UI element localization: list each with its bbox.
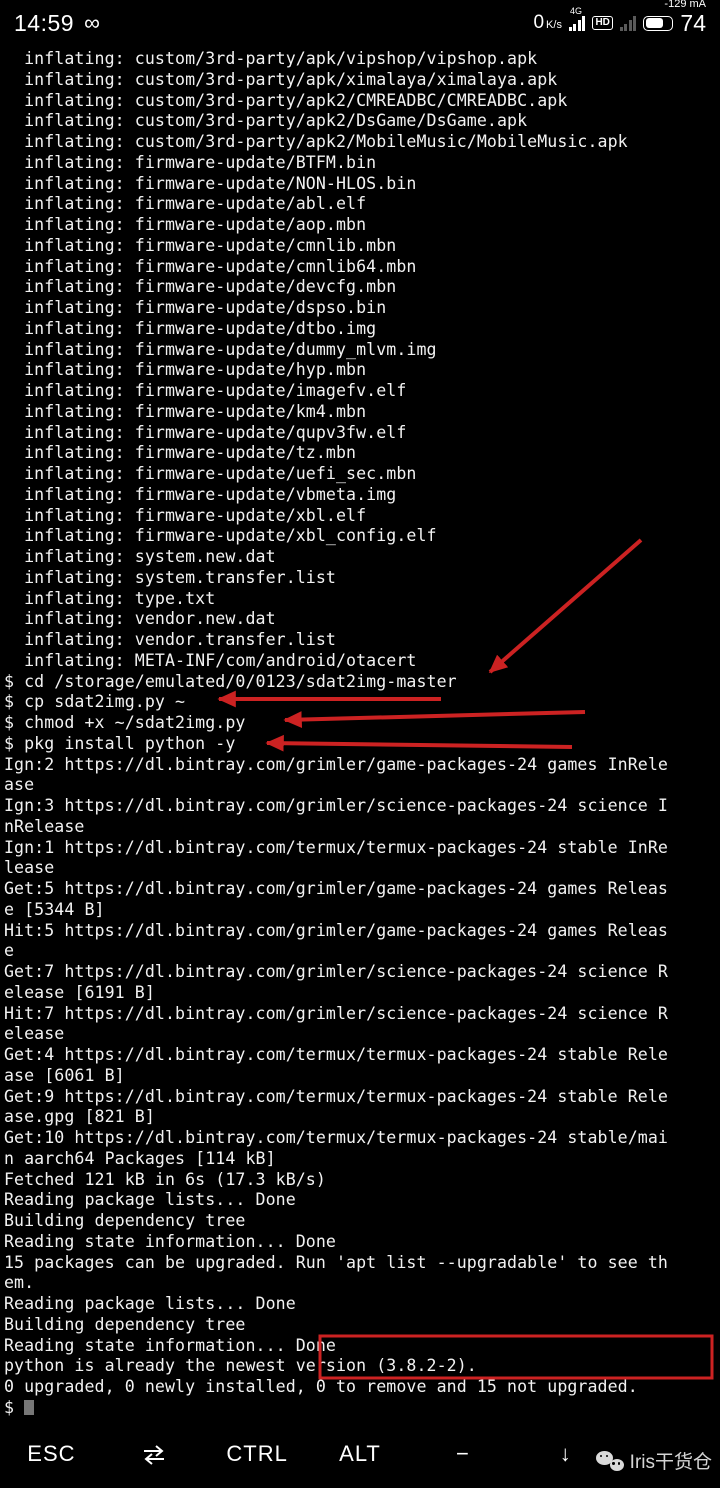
signal-bars-secondary-icon (619, 15, 637, 31)
terminal-line: Hit:7 https://dl.bintray.com/grimler/sci… (4, 1003, 668, 1023)
terminal-line: $ chmod +x ~/sdat2img.py (4, 713, 246, 732)
terminal-line: inflating: custom/3rd-party/apk/vipshop/… (4, 49, 538, 68)
terminal-line: inflating: custom/3rd-party/apk2/MobileM… (4, 132, 628, 151)
terminal-line: 15 packages can be upgraded. Run 'apt li… (4, 1252, 668, 1272)
esc-key[interactable]: ESC (0, 1441, 103, 1467)
terminal-line: ase (4, 775, 35, 795)
terminal-line: Ign:1 https://dl.bintray.com/termux/term… (4, 837, 668, 857)
terminal-line: Get:5 https://dl.bintray.com/grimler/gam… (4, 879, 668, 898)
terminal-line: elease (4, 1024, 65, 1044)
terminal-line: inflating: firmware-update/cmnlib64.mbn (4, 256, 417, 276)
terminal-line: Ign:3 https://dl.bintray.com/grimler/sci… (4, 796, 668, 815)
terminal-line: inflating: firmware-update/dspso.bin (4, 298, 387, 317)
terminal-line: inflating: firmware-update/dummy_mlvm.im… (4, 339, 437, 359)
terminal-line: Reading package lists... Done (4, 1190, 296, 1210)
terminal-line: Get:7 https://dl.bintray.com/grimler/sci… (4, 962, 668, 981)
terminal-line: Reading state information... Done (4, 1231, 336, 1251)
terminal-cursor (24, 1399, 35, 1415)
terminal-line: inflating: firmware-update/hyp.mbn (4, 360, 367, 380)
alt-key[interactable]: ALT (309, 1441, 412, 1467)
terminal-line: $ cp sdat2img.py ~ (4, 692, 186, 712)
terminal-line: Fetched 121 kB in 6s (17.3 kB/s) (4, 1169, 326, 1189)
wechat-watermark: Iris干货仓 (595, 1447, 712, 1474)
terminal-line: inflating: firmware-update/xbl.elf (4, 505, 367, 525)
terminal-line: Building dependency tree (4, 1211, 246, 1230)
terminal-line: $ pkg install python -y (4, 733, 236, 753)
terminal-line: inflating: firmware-update/dtbo.img (4, 318, 377, 338)
terminal-line: em. (4, 1273, 35, 1293)
terminal-line: elease [6191 B] (4, 982, 155, 1002)
terminal-line: inflating: firmware-update/km4.mbn (4, 401, 367, 421)
terminal-line: inflating: firmware-update/xbl_config.el… (4, 526, 437, 546)
terminal-line: inflating: custom/3rd-party/apk2/DsGame/… (4, 111, 528, 131)
ctrl-key[interactable]: CTRL (206, 1441, 309, 1467)
terminal-line: ase [6061 B] (4, 1065, 125, 1085)
network-speed-unit: K/s (546, 19, 562, 31)
terminal-line: inflating: custom/3rd-party/apk2/CMREADB… (4, 90, 568, 110)
terminal-line: Building dependency tree (4, 1314, 246, 1334)
tab-icon (144, 1444, 165, 1465)
terminal-line: inflating: firmware-update/devcfg.mbn (4, 277, 397, 297)
terminal-line: n aarch64 Packages [114 kB] (4, 1148, 276, 1168)
terminal-line: Ign:2 https://dl.bintray.com/grimler/gam… (4, 754, 668, 774)
terminal-line: $ cd /storage/emulated/0/0123/sdat2img-m… (4, 671, 457, 691)
terminal-line: python is already the newest version (3.… (4, 1356, 477, 1376)
terminal-line: inflating: META-INF/com/android/otacert (4, 650, 417, 670)
terminal-line: inflating: custom/3rd-party/apk/ximalaya… (4, 69, 558, 89)
terminal-line: inflating: firmware-update/BTFM.bin (4, 152, 377, 172)
terminal-line: nRelease (4, 816, 85, 836)
terminal-line: inflating: firmware-update/cmnlib.mbn (4, 235, 397, 255)
terminal-line: inflating: firmware-update/abl.elf (4, 194, 367, 214)
terminal-line: Get:9 https://dl.bintray.com/termux/term… (4, 1086, 668, 1106)
terminal-line: inflating: firmware-update/vbmeta.img (4, 484, 397, 504)
wechat-icon (595, 1450, 624, 1471)
terminal-line: inflating: firmware-update/aop.mbn (4, 215, 367, 234)
terminal-line: Get:10 https://dl.bintray.com/termux/ter… (4, 1128, 668, 1147)
terminal-line: inflating: vendor.new.dat (4, 609, 276, 629)
terminal-line: inflating: type.txt (4, 588, 216, 608)
terminal-line: inflating: firmware-update/uefi_sec.mbn (4, 464, 417, 483)
terminal-line: inflating: firmware-update/NON-HLOS.bin (4, 173, 417, 193)
network-speed-value: 0 (533, 12, 545, 33)
shell-prompt: $ (4, 1397, 25, 1417)
terminal-line: Reading package lists... Done (4, 1294, 296, 1313)
network-speed-indicator: 0 K/s (533, 12, 561, 34)
terminal-line: e (4, 941, 15, 961)
terminal-line: inflating: vendor.transfer.list (4, 630, 336, 649)
terminal-line: lease (4, 858, 55, 878)
terminal-line: Get:4 https://dl.bintray.com/termux/term… (4, 1045, 668, 1064)
terminal-output-area[interactable]: inflating: custom/3rd-party/apk/vipshop/… (0, 46, 720, 1420)
dash-key[interactable]: − (411, 1441, 514, 1467)
watermark-label: Iris干货仓 (629, 1452, 712, 1473)
terminal-line: e [5344 B] (4, 899, 105, 919)
terminal-line: inflating: firmware-update/imagefv.elf (4, 381, 407, 400)
terminal-line: inflating: firmware-update/qupv3fw.elf (4, 422, 407, 442)
status-bar-left: 14:59 ∞ (14, 10, 100, 37)
terminal-lines: inflating: custom/3rd-party/apk/vipshop/… (0, 49, 720, 1419)
status-clock: 14:59 (14, 9, 75, 36)
terminal-line: inflating: system.transfer.list (4, 567, 336, 587)
network-type-label: 4G (569, 5, 582, 16)
terminal-line: ase.gpg [821 B] (4, 1107, 155, 1127)
status-bar: 14:59 ∞ 0 K/s 4G HD 74 -129 mA (0, 0, 720, 46)
battery-current-label: -129 mA (664, 0, 706, 10)
terminal-line: Hit:5 https://dl.bintray.com/grimler/gam… (4, 920, 668, 940)
hd-voice-icon: HD (592, 16, 613, 30)
status-bar-right: 0 K/s 4G HD 74 -129 mA (533, 0, 706, 37)
terminal-line: inflating: system.new.dat (4, 547, 276, 566)
terminal-line: Reading state information... Done (4, 1335, 336, 1355)
battery-percent-label: 74 (680, 9, 706, 36)
infinity-icon: ∞ (84, 10, 100, 35)
terminal-line: 0 upgraded, 0 newly installed, 0 to remo… (4, 1377, 638, 1396)
battery-icon (643, 15, 674, 31)
terminal-prompt-line: $ (0, 1398, 720, 1419)
signal-bars-icon (568, 15, 586, 31)
tab-key[interactable] (103, 1440, 206, 1468)
terminal-line: inflating: firmware-update/tz.mbn (4, 443, 357, 463)
signal-bars-primary-icon: 4G (568, 6, 586, 31)
